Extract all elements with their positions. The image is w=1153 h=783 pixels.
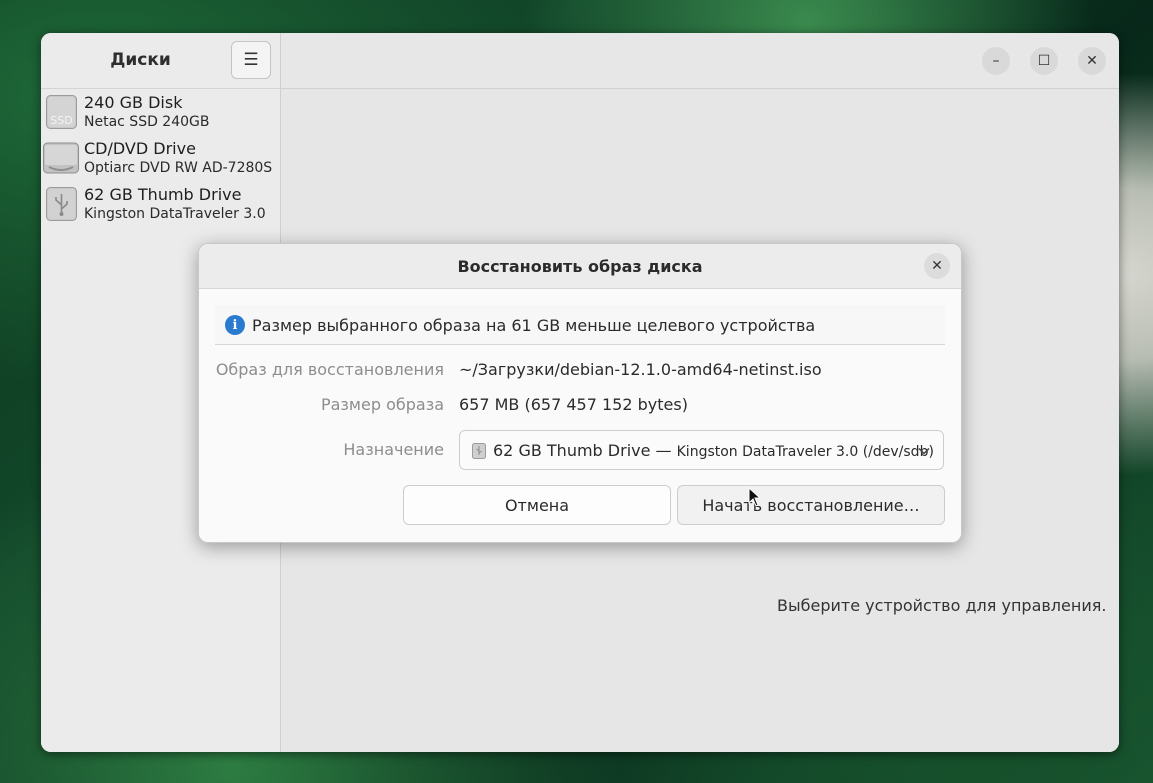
- disk-name: CD/DVD Drive: [84, 139, 196, 158]
- dialog-close-button[interactable]: ✕: [924, 253, 950, 279]
- mouse-cursor-icon: [748, 487, 762, 507]
- close-icon: ✕: [1086, 53, 1098, 69]
- disk-item-optical[interactable]: CD/DVD Drive Optiarc DVD RW AD-7280S: [41, 137, 280, 183]
- maximize-button[interactable]: ☐: [1030, 47, 1058, 75]
- sidebar-header: Диски ☰: [41, 33, 280, 89]
- optical-drive-icon: [43, 142, 79, 174]
- start-restore-button[interactable]: Начать восстановление…: [677, 485, 945, 525]
- destination-main: 62 GB Thumb Drive —: [493, 441, 672, 460]
- usb-drive-icon: [46, 187, 77, 221]
- info-icon: i: [225, 315, 245, 335]
- image-label: Образ для восстановления: [215, 360, 444, 379]
- destination-label: Назначение: [343, 440, 444, 459]
- disk-model: Netac SSD 240GB: [84, 114, 210, 130]
- disk-item-usb[interactable]: 62 GB Thumb Drive Kingston DataTraveler …: [41, 183, 280, 229]
- size-value: 657 MB (657 457 152 bytes): [459, 395, 688, 414]
- close-icon: ✕: [931, 258, 943, 274]
- close-window-button[interactable]: ✕: [1078, 47, 1106, 75]
- dialog-body: i Размер выбранного образа на 61 GB мень…: [199, 289, 961, 542]
- dialog-header: Восстановить образ диска ✕: [199, 244, 961, 289]
- minimize-icon: –: [992, 53, 1000, 69]
- disk-model: Optiarc DVD RW AD-7280S: [84, 160, 273, 176]
- cancel-button[interactable]: Отмена: [403, 485, 671, 525]
- destination-sub: Kingston DataTraveler 3.0 (/dev/sdb): [676, 444, 934, 460]
- empty-hint: Выберите устройство для управления.: [777, 596, 1107, 615]
- destination-select[interactable]: 62 GB Thumb Drive — Kingston DataTravele…: [459, 430, 944, 470]
- disk-model: Kingston DataTraveler 3.0: [84, 206, 266, 222]
- chevron-down-icon: [918, 447, 930, 455]
- hamburger-menu-icon: ☰: [243, 50, 259, 70]
- info-bar: i Размер выбранного образа на 61 GB мень…: [215, 305, 945, 345]
- maximize-icon: ☐: [1037, 53, 1051, 69]
- disk-name: 62 GB Thumb Drive: [84, 185, 242, 204]
- restore-image-dialog: Восстановить образ диска ✕ i Размер выбр…: [198, 243, 962, 543]
- disk-name: 240 GB Disk: [84, 93, 183, 112]
- ssd-icon: SSD: [46, 95, 77, 129]
- destination-value: 62 GB Thumb Drive — Kingston DataTravele…: [493, 441, 934, 460]
- disk-item-ssd[interactable]: SSD 240 GB Disk Netac SSD 240GB: [41, 91, 280, 137]
- info-message: Размер выбранного образа на 61 GB меньше…: [252, 316, 816, 335]
- image-value: ~/Загрузки/debian-12.1.0-amd64-netinst.i…: [459, 360, 822, 379]
- ssd-icon-label: SSD: [50, 114, 72, 127]
- minimize-button[interactable]: –: [982, 47, 1010, 75]
- size-label: Размер образа: [320, 395, 444, 414]
- usb-drive-icon: [472, 443, 486, 459]
- main-header: – ☐ ✕: [281, 33, 1119, 89]
- dialog-title: Восстановить образ диска: [457, 257, 703, 276]
- main-menu-button[interactable]: ☰: [231, 41, 271, 79]
